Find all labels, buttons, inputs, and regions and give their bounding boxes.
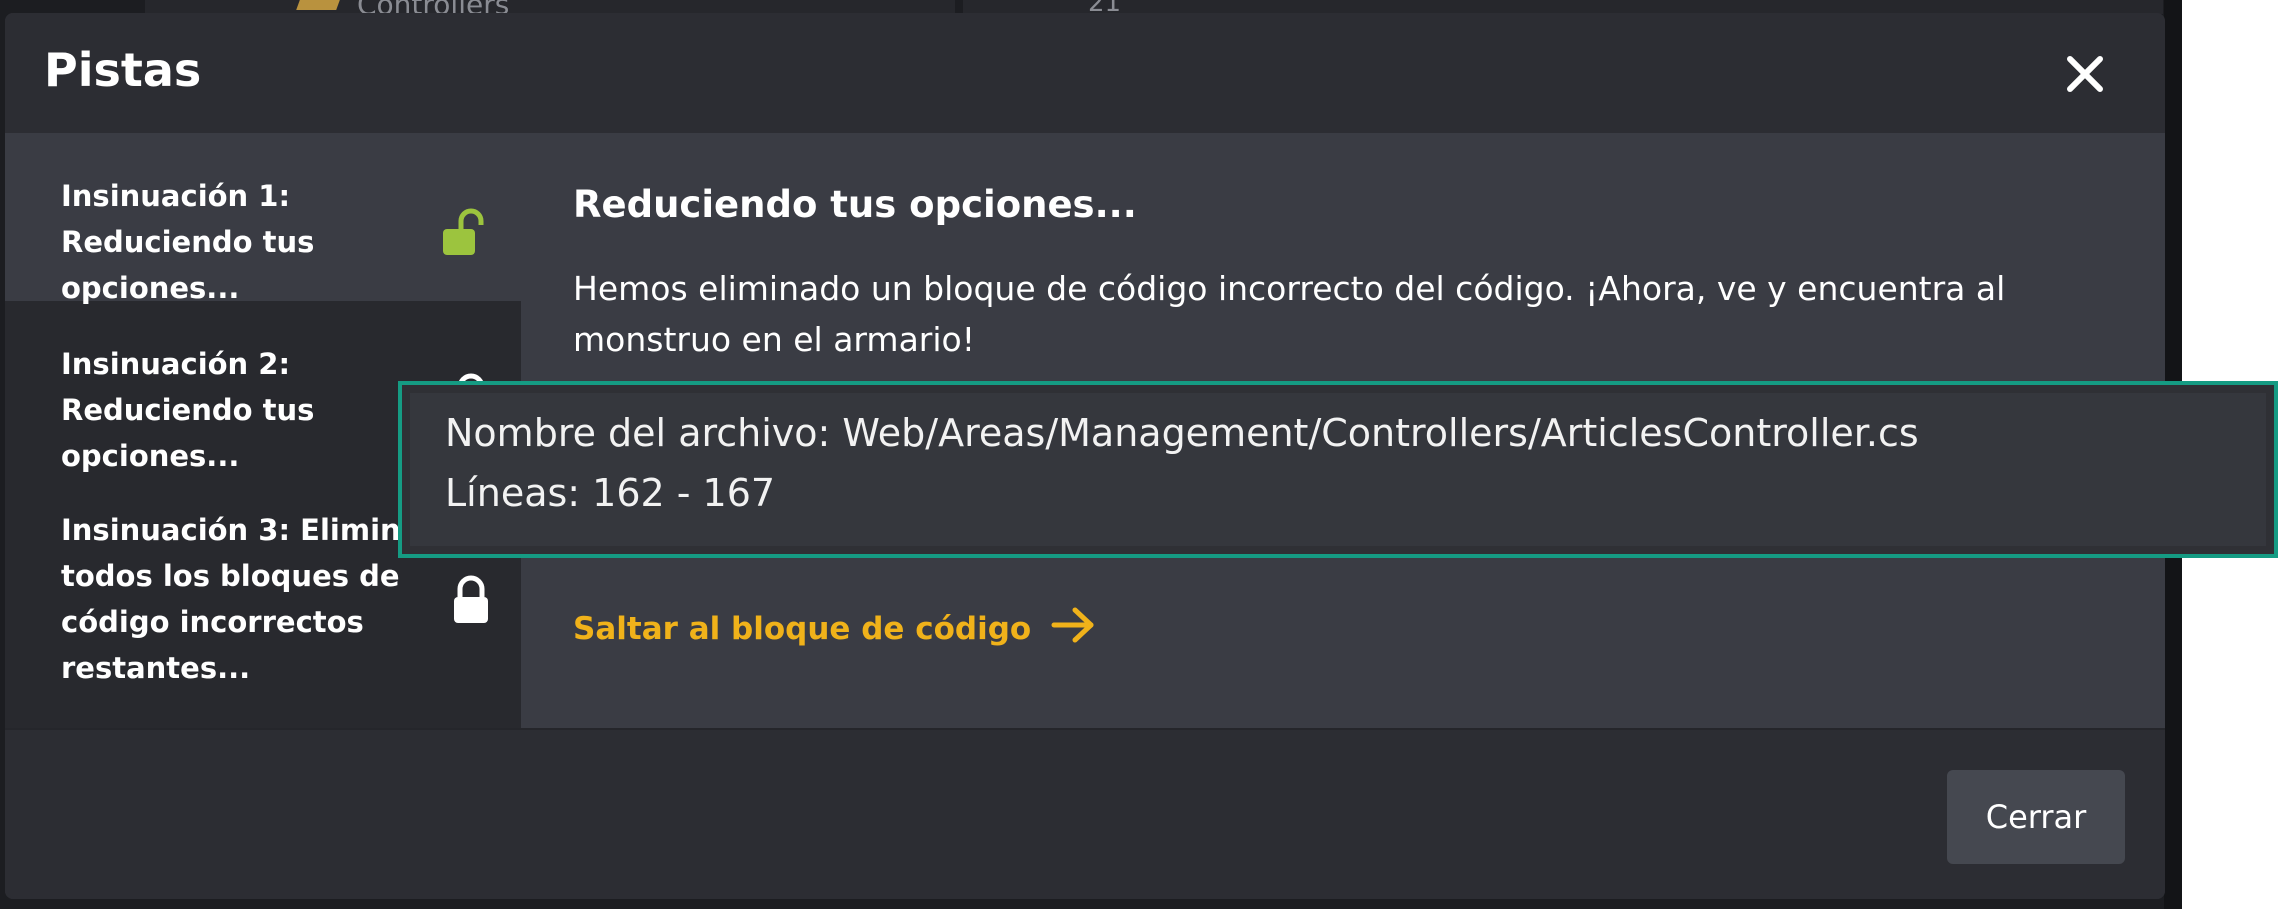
file-info-tooltip: Nombre del archivo: Web/Areas/Management…	[398, 381, 2278, 558]
modal-header: Pistas	[5, 13, 2165, 133]
hint-item-label: Insinuación 1: Reduciendo tus opciones..…	[61, 179, 315, 305]
hint-item-label: Insinuación 2: Reduciendo tus opciones..…	[61, 347, 315, 473]
lock-open-icon	[441, 207, 485, 259]
hint-item-label: Insinuación 3: Eliminar todos los bloque…	[61, 513, 435, 685]
jump-link-label: Saltar al bloque de código	[573, 611, 1032, 647]
close-icon[interactable]	[2060, 49, 2110, 99]
modal-footer: Cerrar	[5, 728, 2165, 899]
folder-icon	[296, 0, 340, 10]
hint-description: Hemos eliminado un bloque de código inco…	[573, 269, 2006, 359]
hint-heading: Reduciendo tus opciones...	[573, 183, 1137, 226]
jump-to-code-link[interactable]: Saltar al bloque de código	[573, 606, 1097, 652]
tooltip-line-range: Líneas: 162 - 167	[445, 471, 776, 515]
tooltip-body: Nombre del archivo: Web/Areas/Management…	[410, 393, 2266, 546]
lock-icon	[451, 575, 495, 627]
background-panel	[963, 0, 2163, 14]
arrow-right-icon	[1051, 606, 1097, 652]
background-panel	[145, 0, 955, 14]
tooltip-file-name: Nombre del archivo: Web/Areas/Management…	[445, 411, 1919, 455]
hint-item-1[interactable]: Insinuación 1: Reduciendo tus opciones..…	[5, 133, 521, 305]
modal-title: Pistas	[44, 43, 202, 97]
close-button[interactable]: Cerrar	[1947, 770, 2125, 864]
